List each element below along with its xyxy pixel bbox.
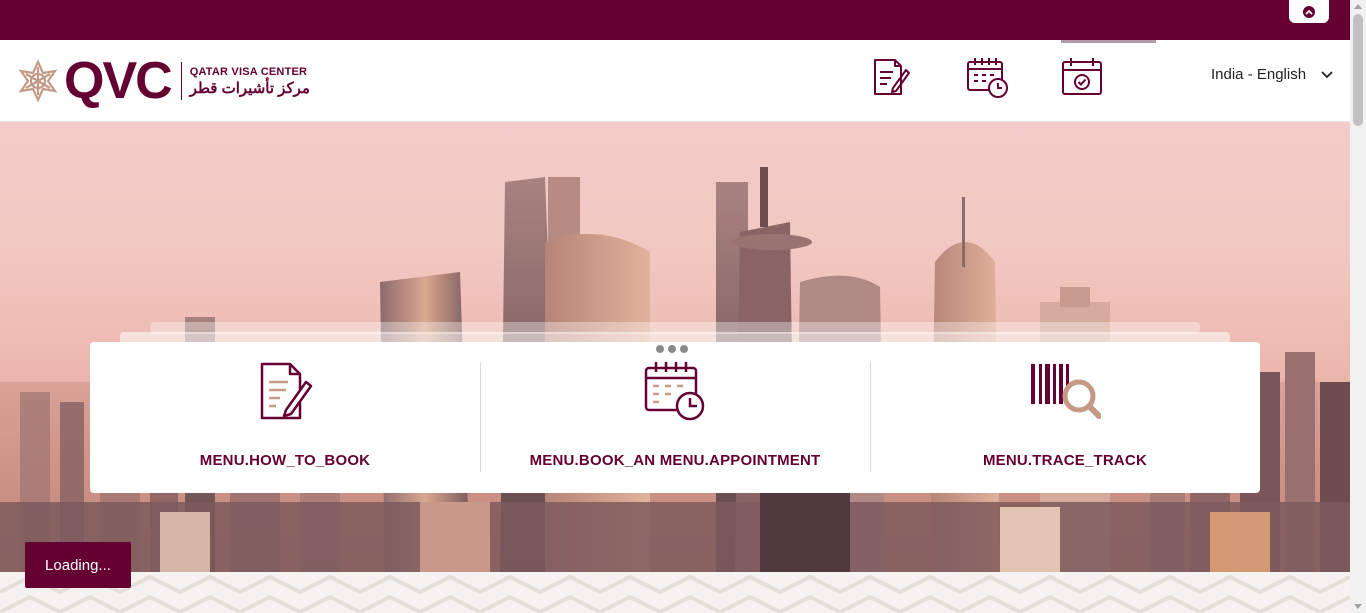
scroll-down-arrow-icon[interactable] [1354, 604, 1362, 609]
application-form-icon[interactable] [869, 56, 911, 98]
service-label: MENU.BOOK_AN MENU.APPOINTMENT [529, 452, 821, 469]
logo-subtitle: QATAR VISA CENTER مركز تأشيرات قطر [190, 66, 310, 97]
services-card: MENU.HOW_TO_BOOK MENU.BOOK_AN MENU.APPOI… [90, 342, 1260, 493]
chevron-down-icon [1321, 70, 1333, 78]
scroll-up-arrow-icon[interactable] [1354, 4, 1362, 9]
scroll-to-top-button[interactable] [1289, 0, 1329, 23]
service-label: MENU.TRACE_TRACK [982, 452, 1148, 469]
service-label: MENU.HOW_TO_BOOK [199, 452, 371, 469]
pattern-footer-strip [0, 572, 1350, 613]
logo-wordmark: QVC [64, 52, 173, 110]
service-trace-track[interactable]: MENU.TRACE_TRACK [870, 342, 1260, 493]
loading-dots-icon [656, 345, 688, 353]
service-how-to-book[interactable]: MENU.HOW_TO_BOOK [90, 342, 480, 493]
top-bar [0, 0, 1350, 40]
decorative-pattern [0, 574, 1350, 613]
logo-divider [180, 62, 182, 100]
calendar-check-icon[interactable] [1061, 56, 1103, 98]
logo-emblem-icon [18, 59, 58, 103]
barcode-search-icon [1031, 364, 1101, 419]
calendar-clock-icon [644, 362, 705, 421]
page-scrollbar[interactable] [1350, 0, 1366, 613]
language-selector[interactable]: India - English [1211, 66, 1334, 83]
scrollbar-thumb[interactable] [1353, 14, 1363, 126]
form-pen-icon [260, 362, 313, 420]
chevron-up-icon [1303, 5, 1315, 18]
brand-name-english: QATAR VISA CENTER [189, 65, 308, 78]
active-nav-indicator [1061, 40, 1156, 43]
calendar-clock-icon[interactable] [966, 56, 1008, 98]
site-header: QVC QATAR VISA CENTER مركز تأشيرات قطر I… [0, 40, 1350, 122]
service-book-appointment[interactable]: MENU.BOOK_AN MENU.APPOINTMENT [480, 342, 870, 493]
qvc-home-page: QVC QATAR VISA CENTER مركز تأشيرات قطر I… [0, 0, 1366, 613]
qvc-logo[interactable]: QVC QATAR VISA CENTER مركز تأشيرات قطر [16, 52, 310, 110]
brand-name-arabic: مركز تأشيرات قطر [189, 79, 310, 97]
language-label: India - English [1211, 66, 1307, 83]
loading-indicator: Loading... [25, 542, 131, 588]
